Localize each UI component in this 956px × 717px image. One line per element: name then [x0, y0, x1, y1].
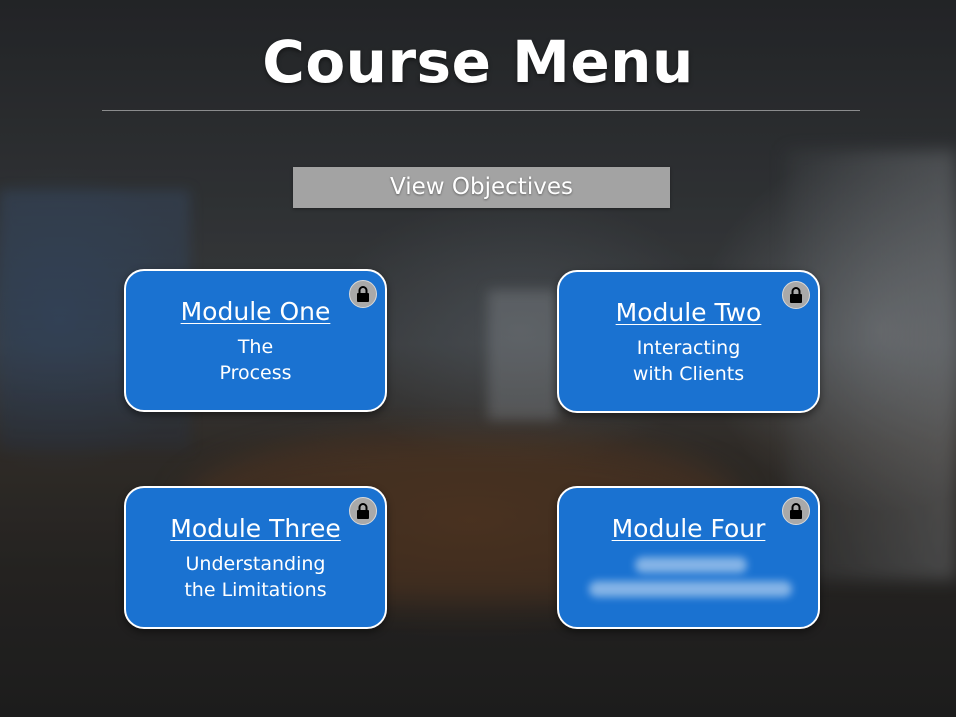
module-subtitle-line: Process [219, 362, 292, 384]
view-objectives-button[interactable]: View Objectives [293, 167, 670, 208]
module-subtitle-line: The [237, 336, 274, 358]
module-subtitle-line: Understanding [185, 553, 326, 575]
redacted-text-blur [589, 557, 792, 597]
module-subtitle-line: with Clients [632, 363, 745, 385]
module-four-button[interactable]: Module Four [557, 486, 820, 629]
lock-icon [782, 497, 810, 525]
lock-icon [349, 280, 377, 308]
module-subtitle-line: the Limitations [184, 579, 327, 601]
lock-icon [349, 497, 377, 525]
page-title: Course Menu [262, 28, 694, 96]
module-one-button[interactable]: Module One The Process [124, 269, 387, 412]
module-subtitle-line: Interacting [636, 337, 741, 359]
title-divider [102, 110, 860, 111]
module-subtitle: Understanding the Limitations [126, 551, 385, 603]
module-title: Module One [180, 297, 331, 326]
module-title: Module Two [615, 298, 762, 327]
module-three-button[interactable]: Module Three Understanding the Limitatio… [124, 486, 387, 629]
module-subtitle-redacted [559, 551, 818, 610]
lock-icon [782, 281, 810, 309]
module-title: Module Three [170, 514, 341, 543]
module-subtitle: Interacting with Clients [559, 335, 818, 387]
module-title: Module Four [611, 514, 766, 543]
module-subtitle: The Process [126, 334, 385, 386]
module-two-button[interactable]: Module Two Interacting with Clients [557, 270, 820, 413]
